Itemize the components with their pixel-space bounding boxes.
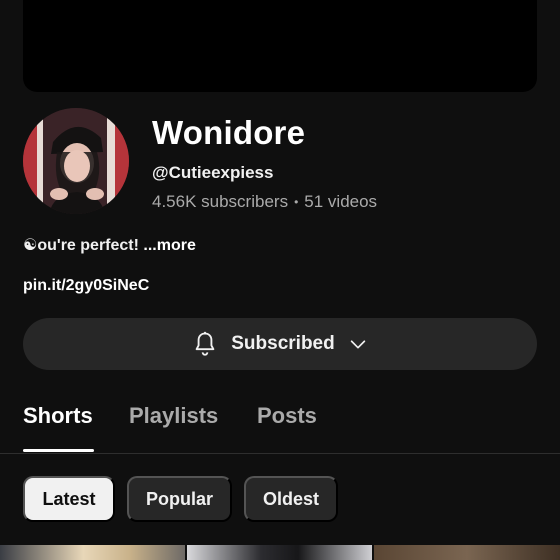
channel-handle: @Cutieexpiess — [152, 163, 274, 182]
chevron-down-icon — [347, 333, 369, 355]
subscribed-button[interactable]: Subscribed — [23, 318, 537, 370]
filter-oldest[interactable]: Oldest — [244, 476, 338, 522]
short-thumbnail[interactable] — [0, 545, 185, 560]
active-tab-indicator — [23, 449, 94, 452]
channel-name: Wonidore — [152, 114, 306, 151]
tab-posts[interactable]: Posts — [257, 403, 317, 429]
stats-separator: • — [294, 195, 299, 209]
short-thumbnail[interactable] — [374, 545, 560, 560]
short-thumbnail[interactable] — [187, 545, 372, 560]
avatar-image — [23, 108, 129, 214]
tab-playlists[interactable]: Playlists — [129, 403, 218, 429]
filter-latest[interactable]: Latest — [23, 476, 115, 522]
video-count: 51 videos — [304, 192, 378, 211]
channel-tabs: Shorts Playlists Posts — [0, 395, 560, 454]
tab-shorts[interactable]: Shorts — [23, 403, 93, 429]
channel-banner[interactable] — [23, 0, 537, 92]
filter-popular[interactable]: Popular — [127, 476, 232, 522]
description-text: ☯ou're perfect! — [23, 237, 139, 254]
channel-avatar[interactable] — [23, 108, 129, 214]
bell-icon — [191, 330, 219, 358]
subscriber-count: 4.56K subscribers — [152, 192, 289, 211]
more-link[interactable]: ...more — [143, 237, 195, 254]
channel-stats: 4.56K subscribers • 51 videos — [152, 192, 377, 212]
channel-description[interactable]: ☯ou're perfect! ...more — [23, 235, 196, 255]
subscribed-label: Subscribed — [231, 333, 335, 354]
channel-link[interactable]: pin.it/2gy0SiNeC — [23, 277, 149, 295]
